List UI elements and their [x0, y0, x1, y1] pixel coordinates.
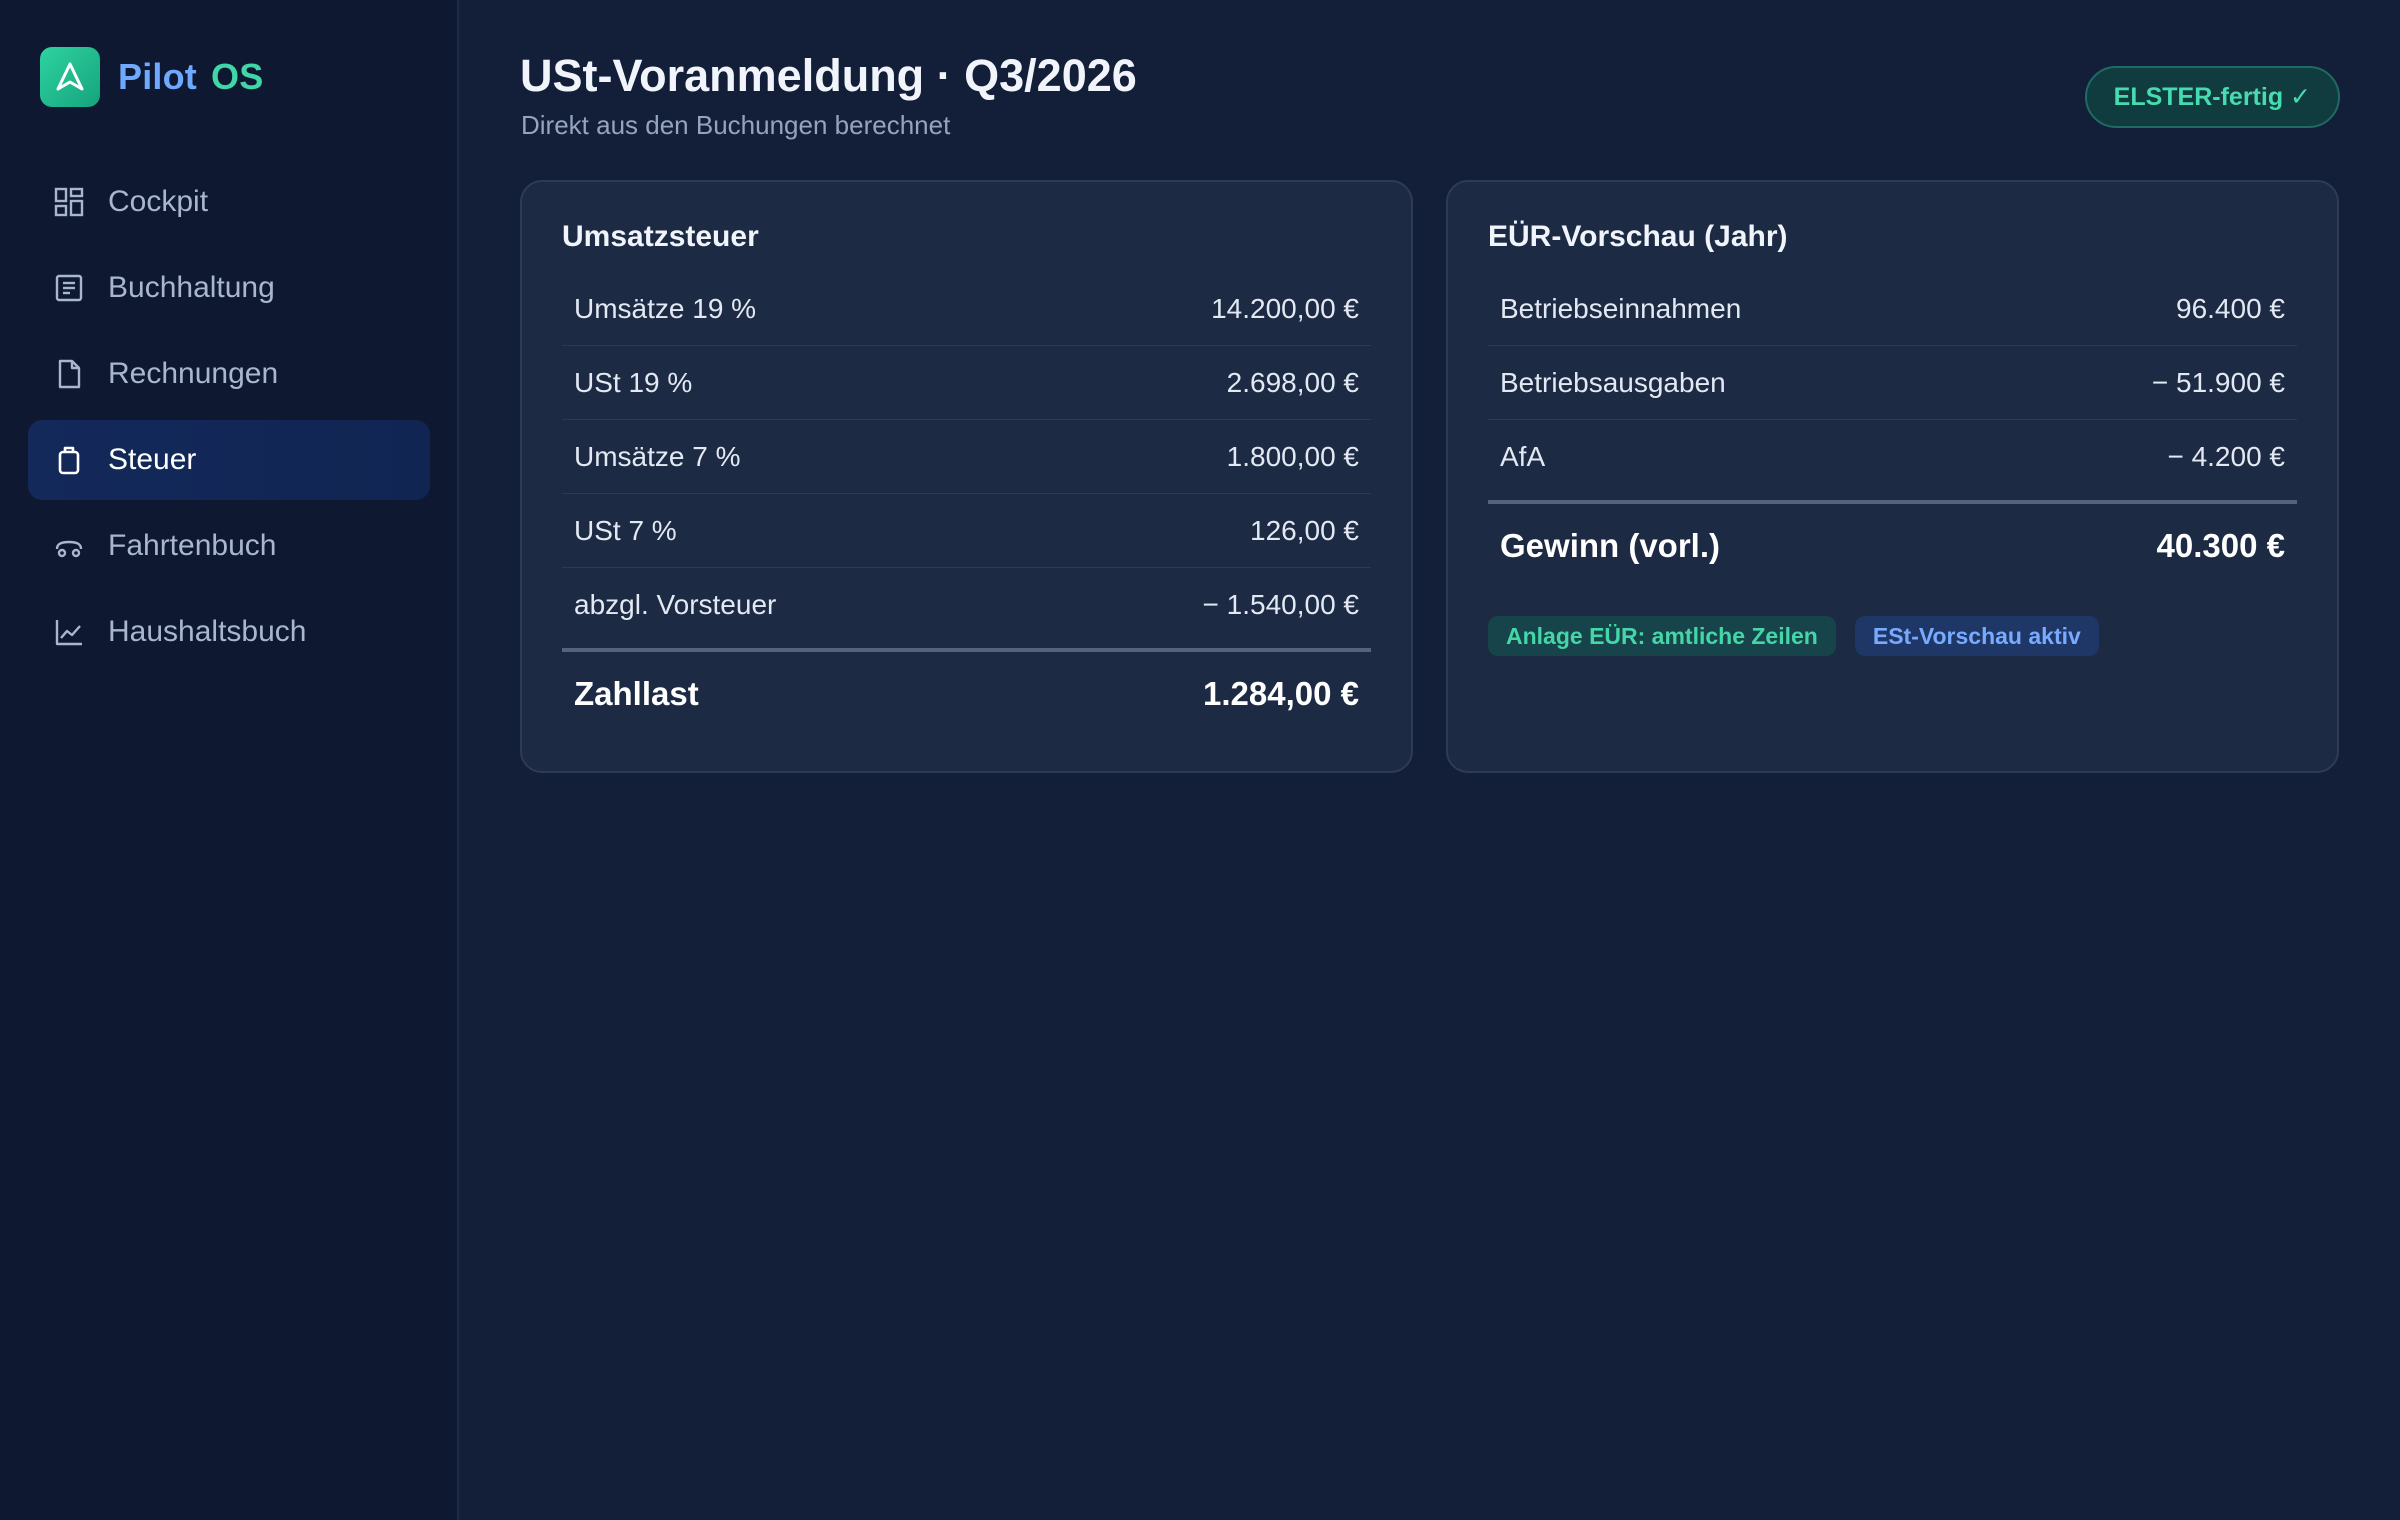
sidebar-item-fahrtenbuch[interactable]: Fahrtenbuch	[28, 506, 430, 586]
brand-name-part1: Pilot	[118, 56, 197, 97]
sidebar-item-haushaltsbuch[interactable]: Haushaltsbuch	[28, 592, 430, 672]
chip-group: Anlage EÜR: amtliche Zeilen ESt-Vorschau…	[1488, 616, 2118, 656]
total-value: 40.300 €	[2156, 527, 2285, 564]
row-label: Umsätze 19 %	[574, 292, 757, 324]
card-title: EÜR-Vorschau (Jahr)	[1488, 220, 1788, 253]
sidebar-item-label: Steuer	[108, 443, 197, 476]
chip-anlage-eur[interactable]: Anlage EÜR: amtliche Zeilen	[1488, 616, 1836, 656]
dashboard-grid-icon	[52, 185, 86, 219]
row-value: 1.800,00 €	[1226, 440, 1359, 472]
row-value: − 4.200 €	[2167, 441, 2285, 472]
line-chart-icon	[52, 615, 86, 649]
ledger-document-icon	[52, 271, 86, 305]
brand-name-part2: OS	[211, 56, 264, 97]
navigation-arrow-icon	[40, 47, 100, 107]
total-row: Zahllast 1.284,00 €	[562, 648, 1371, 736]
main-content: USt-Voranmeldung · Q3/2026 Direkt aus de…	[460, 0, 2400, 1520]
row-value: 14.200,00 €	[1211, 292, 1359, 324]
row-value: 126,00 €	[1250, 514, 1359, 546]
sidebar-item-label: Buchhaltung	[108, 271, 275, 304]
total-value: 1.284,00 €	[1203, 675, 1359, 712]
sidebar-item-label: Haushaltsbuch	[108, 615, 307, 648]
page-title: USt-Voranmeldung · Q3/2026	[520, 50, 1137, 101]
table-row: USt 7 % 126,00 €	[562, 494, 1371, 568]
row-label: Betriebseinnahmen	[1500, 292, 1742, 324]
sidebar-item-label: Cockpit	[108, 185, 209, 218]
sidebar-item-cockpit[interactable]: Cockpit	[28, 162, 430, 242]
table-row: Umsätze 7 % 1.800,00 €	[562, 420, 1371, 494]
card-title: Umsatzsteuer	[562, 220, 759, 253]
brand-name: Pilot OS	[118, 56, 263, 98]
row-label: Betriebsausgaben	[1500, 366, 1726, 398]
row-value: 2.698,00 €	[1226, 366, 1359, 398]
table-row: Betriebsausgaben − 51.900 €	[1488, 346, 2297, 420]
sidebar-item-steuer[interactable]: Steuer	[28, 420, 430, 500]
row-value: − 51.900 €	[2151, 366, 2285, 398]
total-row: Gewinn (vorl.) 40.300 €	[1488, 500, 2297, 588]
sidebar-item-label: Rechnungen	[108, 357, 279, 390]
row-label: USt 19 %	[574, 366, 693, 398]
chip-est-preview[interactable]: ESt-Vorschau aktiv	[1854, 616, 2099, 656]
car-icon	[52, 529, 86, 563]
sidebar: Pilot OS Cockpit Buchhaltung Rechnungen …	[0, 0, 459, 1520]
total-label: Gewinn (vorl.)	[1500, 527, 1721, 564]
status-badge: ELSTER-fertig ✓	[2084, 66, 2340, 128]
sidebar-item-buchhaltung[interactable]: Buchhaltung	[28, 248, 430, 328]
row-label: Umsätze 7 %	[574, 440, 741, 472]
vat-card: Umsatzsteuer Umsätze 19 % 14.200,00 € US…	[520, 180, 1413, 773]
row-value: 96.400 €	[2176, 292, 2285, 324]
invoice-file-icon	[52, 357, 86, 391]
table-row: abzgl. Vorsteuer − 1.540,00 €	[562, 568, 1371, 642]
table-row: AfA − 4.200 €	[1488, 420, 2297, 494]
brand[interactable]: Pilot OS	[40, 47, 263, 107]
page-subtitle: Direkt aus den Buchungen berechnet	[521, 110, 951, 140]
sidebar-item-label: Fahrtenbuch	[108, 529, 277, 562]
table-row: Betriebseinnahmen 96.400 €	[1488, 272, 2297, 346]
total-label: Zahllast	[574, 675, 699, 712]
sidebar-nav: Cockpit Buchhaltung Rechnungen Steuer Fa…	[28, 162, 430, 678]
row-label: abzgl. Vorsteuer	[574, 589, 777, 620]
sidebar-item-rechnungen[interactable]: Rechnungen	[28, 334, 430, 414]
eur-preview-card: EÜR-Vorschau (Jahr) Betriebseinnahmen 96…	[1446, 180, 2339, 773]
row-label: USt 7 %	[574, 514, 677, 546]
table-row: USt 19 % 2.698,00 €	[562, 346, 1371, 420]
row-value: − 1.540,00 €	[1202, 589, 1359, 620]
tax-clipboard-icon	[52, 443, 86, 477]
row-label: AfA	[1500, 441, 1546, 472]
table-row: Umsätze 19 % 14.200,00 €	[562, 272, 1371, 346]
